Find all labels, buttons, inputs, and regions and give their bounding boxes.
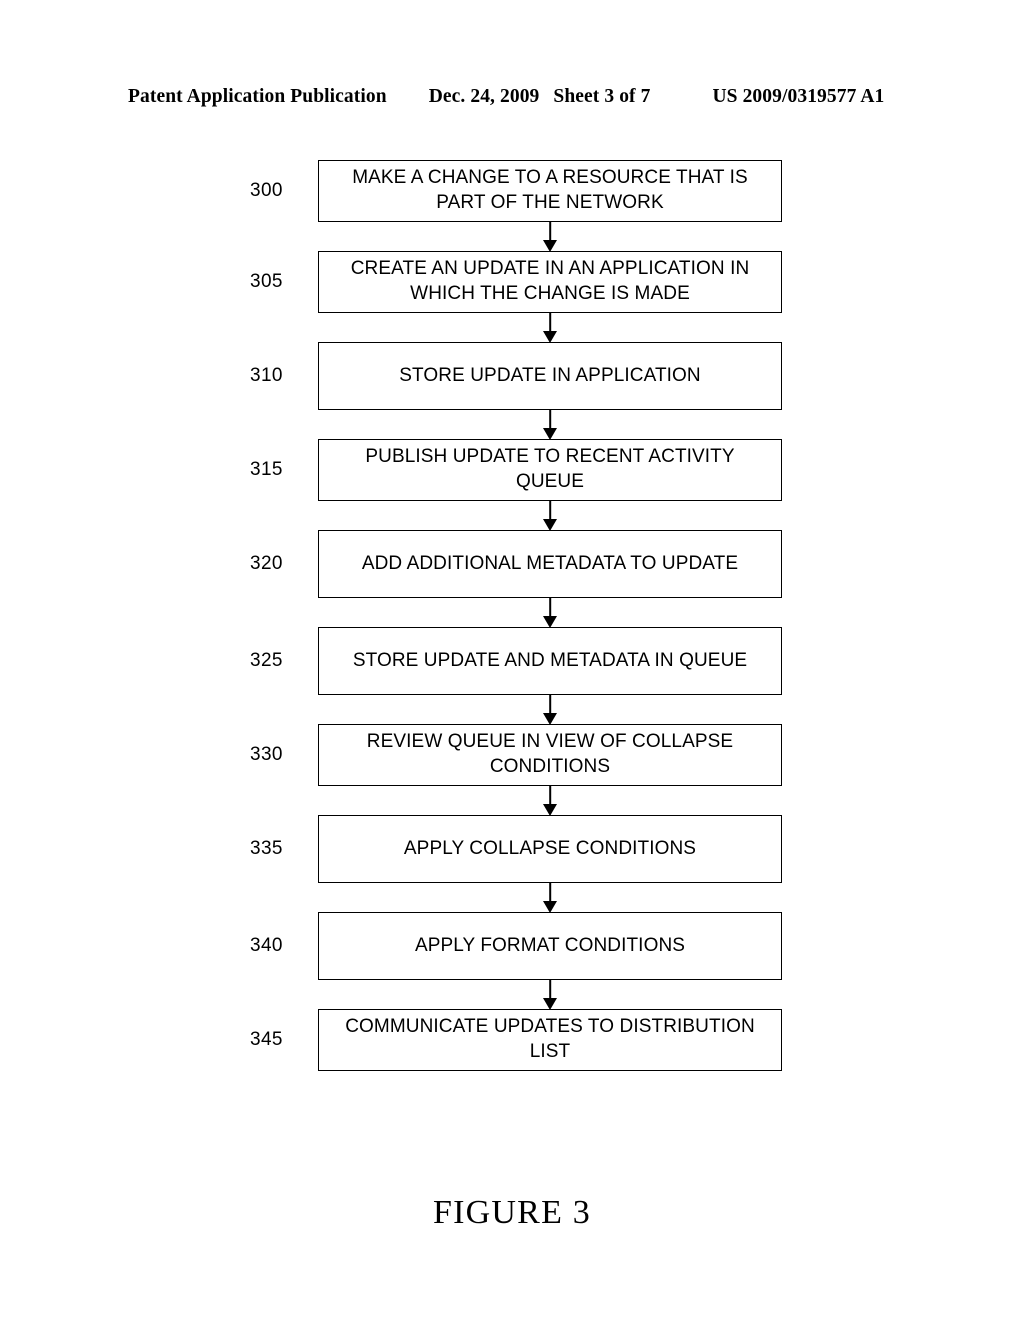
flow-arrow-320-to-325 bbox=[318, 598, 782, 628]
flow-arrow-300-to-305 bbox=[318, 222, 782, 252]
flow-arrow-340-to-345 bbox=[318, 980, 782, 1010]
flow-step-320: 320 ADD ADDITIONAL METADATA TO UPDATE bbox=[248, 530, 782, 598]
flow-step-335: 335 APPLY COLLAPSE CONDITIONS bbox=[248, 815, 782, 883]
flow-arrow-315-to-320 bbox=[318, 501, 782, 531]
step-reference-number-315: 315 bbox=[250, 459, 283, 480]
figure-caption: FIGURE 3 bbox=[433, 1194, 591, 1231]
flow-step-box-300: MAKE A CHANGE TO A RESOURCE THAT IS PART… bbox=[318, 160, 782, 222]
flow-step-box-310: STORE UPDATE IN APPLICATION bbox=[318, 342, 782, 410]
flow-arrow-325-to-330 bbox=[318, 695, 782, 725]
flow-step-310: 310 STORE UPDATE IN APPLICATION bbox=[248, 342, 782, 410]
flow-arrow-305-to-310 bbox=[318, 313, 782, 343]
flow-step-315: 315 PUBLISH UPDATE TO RECENT ACTIVITY QUE… bbox=[248, 439, 782, 501]
step-reference-number-310: 310 bbox=[250, 365, 283, 386]
flow-step-box-335: APPLY COLLAPSE CONDITIONS bbox=[318, 815, 782, 883]
flow-step-345: 345 COMMUNICATE UPDATES TO DISTRIBUTION L… bbox=[248, 1009, 782, 1071]
flow-step-box-340: APPLY FORMAT CONDITIONS bbox=[318, 912, 782, 980]
flow-step-325: 325 STORE UPDATE AND METADATA IN QUEUE bbox=[248, 627, 782, 695]
flow-step-box-325: STORE UPDATE AND METADATA IN QUEUE bbox=[318, 627, 782, 695]
step-reference-number-335: 335 bbox=[250, 838, 283, 859]
header-publication-date: Dec. 24, 2009 bbox=[428, 86, 540, 107]
flow-step-box-315: PUBLISH UPDATE TO RECENT ACTIVITY QUEUE bbox=[318, 439, 782, 501]
flow-step-box-305: CREATE AN UPDATE IN AN APPLICATION IN WH… bbox=[318, 251, 782, 313]
flow-step-340: 340 APPLY FORMAT CONDITIONS bbox=[248, 912, 782, 980]
step-reference-number-320: 320 bbox=[250, 553, 283, 574]
flow-arrow-330-to-335 bbox=[318, 786, 782, 816]
header-publication-label: Patent Application Publication bbox=[128, 86, 387, 107]
flowchart-diagram: 300 MAKE A CHANGE TO A RESOURCE THAT IS P… bbox=[248, 160, 782, 1071]
flow-step-box-320: ADD ADDITIONAL METADATA TO UPDATE bbox=[318, 530, 782, 598]
flow-arrow-310-to-315 bbox=[318, 410, 782, 440]
flow-arrow-335-to-340 bbox=[318, 883, 782, 913]
step-reference-number-340: 340 bbox=[250, 935, 283, 956]
step-reference-number-345: 345 bbox=[250, 1029, 283, 1050]
header-patent-number: US 2009/0319577 A1 bbox=[712, 86, 885, 107]
step-reference-number-330: 330 bbox=[250, 744, 283, 765]
step-reference-number-305: 305 bbox=[250, 271, 283, 292]
flow-step-box-345: COMMUNICATE UPDATES TO DISTRIBUTION LIST bbox=[318, 1009, 782, 1071]
flow-step-330: 330 REVIEW QUEUE IN VIEW OF COLLAPSE COND… bbox=[248, 724, 782, 786]
step-reference-number-300: 300 bbox=[250, 180, 283, 201]
flow-step-300: 300 MAKE A CHANGE TO A RESOURCE THAT IS P… bbox=[248, 160, 782, 222]
header-sheet-number: Sheet 3 of 7 bbox=[553, 86, 651, 107]
step-reference-number-325: 325 bbox=[250, 650, 283, 671]
patent-running-header: Patent Application Publication Dec. 24, … bbox=[128, 86, 884, 112]
flow-step-box-330: REVIEW QUEUE IN VIEW OF COLLAPSE CONDITI… bbox=[318, 724, 782, 786]
flow-step-305: 305 CREATE AN UPDATE IN AN APPLICATION IN… bbox=[248, 251, 782, 313]
